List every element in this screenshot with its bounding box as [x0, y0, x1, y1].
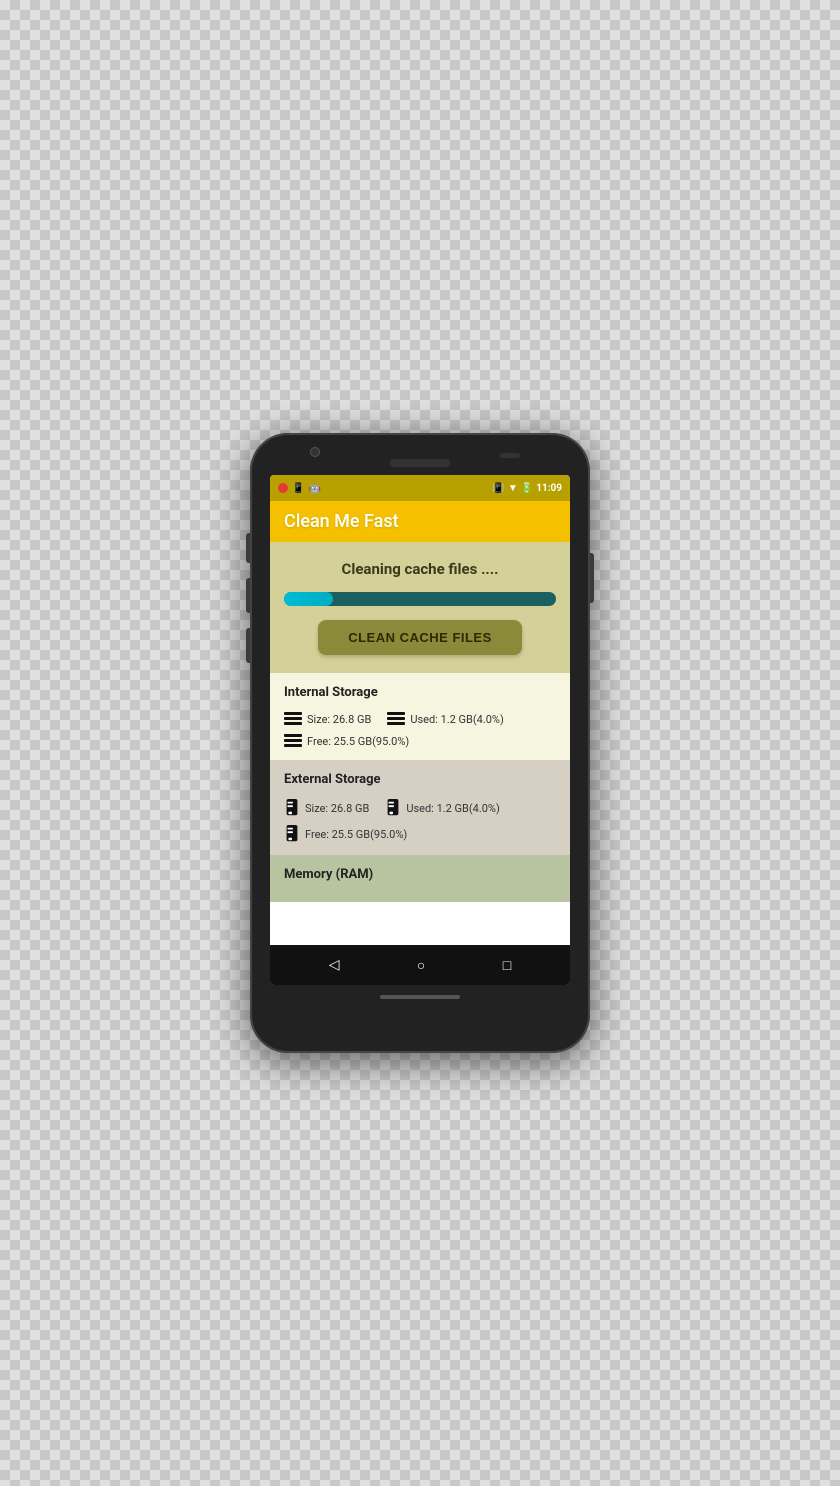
time-display: 11:09 — [536, 483, 562, 494]
internal-free-item: Free: 25.5 GB(95.0%) — [284, 734, 556, 748]
mute-button[interactable] — [246, 628, 250, 663]
app-title: Clean Me Fast — [284, 511, 556, 532]
internal-free-text: Free: 25.5 GB(95.0%) — [307, 735, 409, 748]
internal-size-text: Size: 26.8 GB — [307, 713, 371, 726]
external-storage-title: External Storage — [284, 772, 556, 787]
internal-storage-title: Internal Storage — [284, 685, 556, 700]
home-indicator — [380, 995, 460, 999]
external-storage-used-icon — [385, 799, 401, 817]
volume-up-button[interactable] — [246, 533, 250, 563]
recording-indicator — [278, 483, 288, 493]
phone-device: 📱 🤖 📳 ▼ 🔋 11:09 Clean Me Fast Cleaning c… — [250, 433, 590, 1053]
navigation-bar: ◁ ○ □ — [270, 945, 570, 985]
phone-top — [250, 433, 590, 475]
external-size-item: Size: 26.8 GB — [284, 799, 369, 817]
power-button[interactable] — [590, 553, 594, 603]
progress-bar-fill — [284, 592, 333, 606]
external-used-text: Used: 1.2 GB(4.0%) — [406, 802, 500, 815]
external-storage-section: External Storage Size: 26.8 GB — [270, 760, 570, 855]
status-right-icons: 📳 ▼ 🔋 11:09 — [492, 483, 562, 494]
external-size-text: Size: 26.8 GB — [305, 802, 369, 815]
main-content: Cleaning cache files .... CLEAN CACHE FI… — [270, 542, 570, 945]
phone-screen: 📱 🤖 📳 ▼ 🔋 11:09 Clean Me Fast Cleaning c… — [270, 475, 570, 985]
android-icon: 🤖 — [308, 483, 320, 494]
internal-used-text: Used: 1.2 GB(4.0%) — [410, 713, 504, 726]
cleaning-status-text: Cleaning cache files .... — [342, 560, 499, 578]
external-storage-free-icon — [284, 825, 300, 843]
internal-storage-free-icon — [284, 734, 302, 748]
earpiece-speaker — [390, 459, 450, 467]
external-storage-size-row: Size: 26.8 GB Used: 1.2 GB(4.0%) — [284, 799, 556, 817]
signal-icon: 🔋 — [521, 483, 533, 494]
external-storage-size-icon — [284, 799, 300, 817]
app-bar: Clean Me Fast — [270, 501, 570, 542]
cache-section: Cleaning cache files .... CLEAN CACHE FI… — [270, 542, 570, 673]
external-free-item: Free: 25.5 GB(95.0%) — [284, 825, 556, 843]
progress-bar-container — [284, 592, 556, 606]
internal-storage-size-row: Size: 26.8 GB Used: 1.2 GB(4.0%) — [284, 712, 556, 726]
memory-title: Memory (RAM) — [284, 867, 556, 882]
status-bar: 📱 🤖 📳 ▼ 🔋 11:09 — [270, 475, 570, 501]
internal-size-item: Size: 26.8 GB — [284, 712, 371, 726]
clean-cache-button[interactable]: CLEAN CACHE FILES — [318, 620, 522, 655]
external-used-item: Used: 1.2 GB(4.0%) — [385, 799, 500, 817]
internal-storage-section: Internal Storage Size: 26.8 GB — [270, 673, 570, 760]
internal-storage-used-icon — [387, 712, 405, 726]
home-button[interactable]: ○ — [417, 957, 425, 974]
phone-bottom — [380, 985, 460, 1013]
status-left-icons: 📱 🤖 — [278, 483, 321, 494]
wifi-icon: ▼ — [508, 483, 518, 494]
front-sensor — [500, 453, 520, 458]
external-free-text: Free: 25.5 GB(95.0%) — [305, 828, 407, 841]
recents-button[interactable]: □ — [503, 957, 511, 974]
back-button[interactable]: ◁ — [329, 957, 340, 973]
front-camera — [310, 447, 320, 457]
vibrate-icon: 📳 — [492, 483, 504, 494]
internal-used-item: Used: 1.2 GB(4.0%) — [387, 712, 504, 726]
memory-section: Memory (RAM) — [270, 855, 570, 902]
internal-storage-size-icon — [284, 712, 302, 726]
volume-down-button[interactable] — [246, 578, 250, 613]
sim-icon: 📱 — [292, 483, 304, 494]
